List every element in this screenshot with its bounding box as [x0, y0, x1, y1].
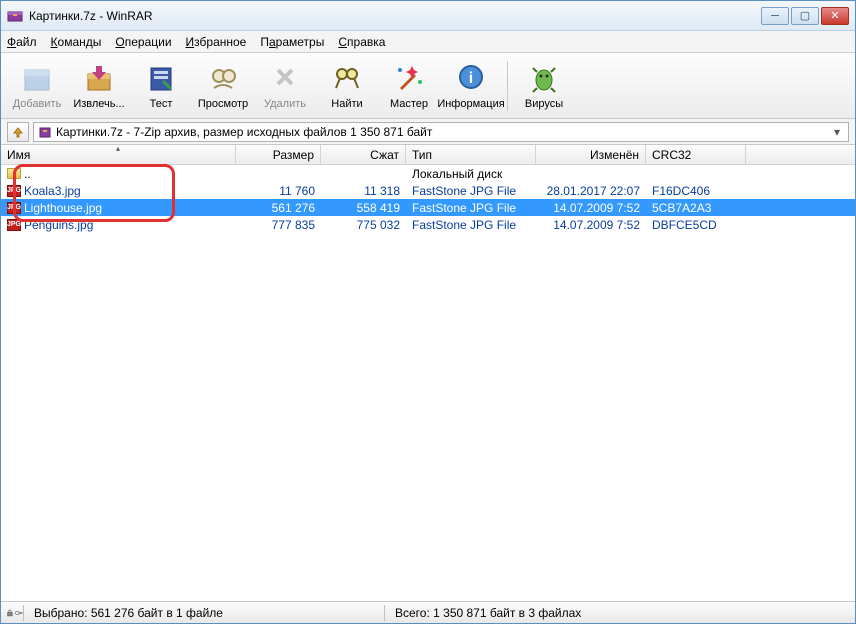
status-selected: Выбрано: 561 276 байт в 1 файле — [24, 606, 384, 620]
minimize-button[interactable]: ─ — [761, 7, 789, 25]
file-packed: 775 032 — [321, 218, 406, 232]
parent-row[interactable]: .. Локальный диск — [1, 165, 855, 182]
menu-favorites[interactable]: Избранное — [186, 35, 247, 49]
menu-file[interactable]: Файл — [7, 35, 37, 49]
toolbar-separator — [507, 61, 508, 111]
app-window: Картинки.7z - WinRAR ─ ▢ ✕ Файл Команды … — [0, 0, 856, 624]
file-packed: 558 419 — [321, 201, 406, 215]
file-size: 11 760 — [236, 184, 321, 198]
status-total: Всего: 1 350 871 байт в 3 файлах — [385, 606, 591, 620]
header-type[interactable]: Тип — [406, 145, 536, 164]
file-type: FastStone JPG File — [406, 184, 536, 198]
menu-commands[interactable]: Команды — [51, 35, 102, 49]
file-crc: 5CB7A2A3 — [646, 201, 746, 215]
file-type: FastStone JPG File — [406, 201, 536, 215]
file-size: 777 835 — [236, 218, 321, 232]
lock-icon — [7, 607, 23, 619]
menu-parameters[interactable]: Параметры — [260, 35, 324, 49]
menubar: Файл Команды Операции Избранное Параметр… — [1, 31, 855, 53]
virus-icon — [527, 62, 561, 96]
file-name: Lighthouse.jpg — [24, 201, 102, 215]
pathbar: Картинки.7z - 7-Zip архив, размер исходн… — [1, 119, 855, 145]
maximize-button[interactable]: ▢ — [791, 7, 819, 25]
add-icon — [20, 62, 54, 96]
path-dropdown-icon[interactable]: ▾ — [830, 125, 844, 139]
table-row[interactable]: JPGPenguins.jpg 777 835775 032FastStone J… — [1, 216, 855, 233]
file-modified: 28.01.2017 22:07 — [536, 184, 646, 198]
window-controls: ─ ▢ ✕ — [761, 7, 849, 25]
delete-icon — [268, 62, 302, 96]
extract-button[interactable]: Извлечь... — [69, 56, 129, 116]
up-arrow-icon — [11, 125, 25, 139]
header-modified[interactable]: Изменён — [536, 145, 646, 164]
toolbar: Добавить Извлечь... Тест Просмотр Удалит… — [1, 53, 855, 119]
file-modified: 14.07.2009 7:52 — [536, 218, 646, 232]
file-list: Имя Размер Сжат Тип Изменён CRC32 .. Лок… — [1, 145, 855, 601]
header-crc[interactable]: CRC32 — [646, 145, 746, 164]
table-row[interactable]: JPGKoala3.jpg 11 76011 318FastStone JPG F… — [1, 182, 855, 199]
menu-operations[interactable]: Операции — [115, 35, 171, 49]
table-row[interactable]: JPGLighthouse.jpg 561 276558 419FastStone… — [1, 199, 855, 216]
add-button: Добавить — [7, 56, 67, 116]
archive-icon — [38, 125, 52, 139]
file-modified: 14.07.2009 7:52 — [536, 201, 646, 215]
wizard-icon — [392, 62, 426, 96]
statusbar: Выбрано: 561 276 байт в 1 файле Всего: 1… — [1, 601, 855, 623]
path-combobox[interactable]: Картинки.7z - 7-Zip архив, размер исходн… — [33, 122, 849, 142]
info-button[interactable]: i Информация — [441, 56, 501, 116]
up-button[interactable] — [7, 122, 29, 142]
file-rows: .. Локальный диск JPGKoala3.jpg11 76011 … — [1, 165, 855, 233]
jpg-icon: JPG — [7, 219, 21, 231]
menu-help[interactable]: Справка — [338, 35, 385, 49]
file-packed: 11 318 — [321, 184, 406, 198]
file-size: 561 276 — [236, 201, 321, 215]
test-icon — [144, 62, 178, 96]
virus-button[interactable]: Вирусы — [514, 56, 574, 116]
find-icon — [330, 62, 364, 96]
test-button[interactable]: Тест — [131, 56, 191, 116]
view-icon — [206, 62, 240, 96]
delete-button: Удалить — [255, 56, 315, 116]
column-headers: Имя Размер Сжат Тип Изменён CRC32 — [1, 145, 855, 165]
winrar-icon — [7, 8, 23, 24]
file-type: FastStone JPG File — [406, 218, 536, 232]
window-title: Картинки.7z - WinRAR — [29, 9, 761, 23]
titlebar: Картинки.7z - WinRAR ─ ▢ ✕ — [1, 1, 855, 31]
view-button[interactable]: Просмотр — [193, 56, 253, 116]
find-button[interactable]: Найти — [317, 56, 377, 116]
folder-icon — [7, 168, 21, 179]
file-crc: F16DC406 — [646, 184, 746, 198]
close-button[interactable]: ✕ — [821, 7, 849, 25]
file-name: Penguins.jpg — [24, 218, 93, 232]
info-icon: i — [454, 62, 488, 96]
header-packed[interactable]: Сжат — [321, 145, 406, 164]
path-text: Картинки.7z - 7-Zip архив, размер исходн… — [56, 125, 826, 139]
jpg-icon: JPG — [7, 185, 21, 197]
extract-icon — [82, 62, 116, 96]
file-crc: DBFCE5CD — [646, 218, 746, 232]
jpg-icon: JPG — [7, 202, 21, 214]
file-name: Koala3.jpg — [24, 184, 81, 198]
header-name[interactable]: Имя — [1, 145, 236, 164]
header-size[interactable]: Размер — [236, 145, 321, 164]
wizard-button[interactable]: Мастер — [379, 56, 439, 116]
svg-text:i: i — [469, 70, 473, 87]
